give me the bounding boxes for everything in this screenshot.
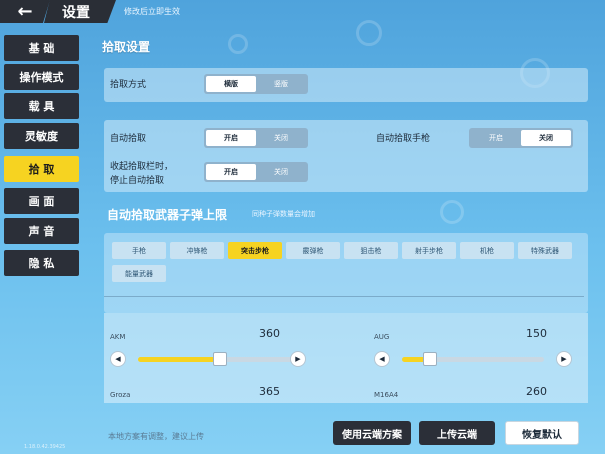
weapon-name-aug: AUG [374,333,390,341]
stop-pickup-on-option[interactable]: 开启 [206,164,256,180]
version-text: 1.18.0.42.39425 [24,444,66,450]
sidebar-item-control-mode[interactable]: 操作模式 [4,64,79,90]
triangle-left-icon: ◀ [115,355,121,363]
tab-marksman-rifle[interactable]: 射手步枪 [402,242,456,259]
stop-pickup-off-option[interactable]: 关闭 [256,164,306,180]
auto-pickup-toggle: 开启 关闭 [204,128,308,148]
pickup-mode-horizontal-option[interactable]: 横版 [206,76,256,92]
weapon-tabs: 手枪 冲锋枪 突击步枪 霰弹枪 狙击枪 射手步枪 机枪 特殊武器 能量武器 [104,233,588,313]
top-bar: 设置 ← 修改后立即生效 [0,0,605,24]
weapon-value-groza: 365 [259,385,280,398]
tab-pistol[interactable]: 手枪 [112,242,166,259]
aug-increase-button[interactable]: ▶ [556,351,572,367]
aug-slider[interactable] [402,352,544,366]
tab-smg[interactable]: 冲锋枪 [170,242,224,259]
weapon-value-m16a4: 260 [526,385,547,398]
weapon-name-groza: Groza [110,391,131,399]
pickup-mode-toggle: 横版 竖版 [204,74,308,94]
weapon-value-aug: 150 [526,327,547,340]
sidebar-item-sensitivity[interactable]: 灵敏度 [4,123,79,149]
weapon-name-m16a4: M16A4 [374,391,399,399]
sidebar-item-vehicle[interactable]: 载 具 [4,93,79,119]
stop-pickup-label-line1: 收起拾取栏时， [110,162,174,172]
auto-pickup-group: 自动拾取 开启 关闭 自动拾取手枪 开启 关闭 收起拾取栏时， 停止自动拾取 开… [104,120,588,192]
settings-hint: 修改后立即生效 [124,7,180,16]
auto-pistol-on-option[interactable]: 开启 [471,130,521,146]
triangle-left-icon: ◀ [379,355,385,363]
pickup-mode-vertical-option[interactable]: 竖版 [256,76,306,92]
page-title-text: 设置 [62,4,90,21]
pickup-mode-label: 拾取方式 [110,80,147,90]
page-title: 设置 [44,0,116,23]
tab-shotgun[interactable]: 霰弹枪 [286,242,340,259]
sidebar-item-sound[interactable]: 声 音 [4,218,79,244]
auto-pistol-off-option[interactable]: 关闭 [521,130,571,146]
auto-pickup-on-option[interactable]: 开启 [206,130,256,146]
sidebar-item-graphics[interactable]: 画 面 [4,188,79,214]
pickup-mode-row: 拾取方式 横版 竖版 [104,68,588,102]
sidebar-item-privacy[interactable]: 隐 私 [4,250,79,276]
tab-machine-gun[interactable]: 机枪 [460,242,514,259]
ammo-limit-hint: 同种子弹数量会增加 [252,210,315,218]
akm-slider-thumb[interactable] [213,352,227,366]
weapon-value-akm: 360 [259,327,280,340]
tab-energy-weapon[interactable]: 能量武器 [112,265,166,282]
auto-pickup-label: 自动拾取 [110,134,147,144]
akm-increase-button[interactable]: ▶ [290,351,306,367]
ammo-limit-title: 自动拾取武器子弹上限 [107,208,228,222]
auto-pickup-pistol-toggle: 开启 关闭 [469,128,573,148]
aug-slider-thumb[interactable] [423,352,438,366]
arrow-left-icon: ← [17,1,33,22]
sidebar-item-basic[interactable]: 基 础 [4,35,79,61]
stop-pickup-label-line2: 停止自动拾取 [110,176,165,186]
back-button[interactable]: ← [0,0,50,23]
use-cloud-plan-button[interactable]: 使用云端方案 [333,421,411,445]
stop-pickup-label: 收起拾取栏时， 停止自动拾取 [110,160,173,188]
auto-pickup-pistol-label: 自动拾取手枪 [376,134,431,144]
tab-assault-rifle[interactable]: 突击步枪 [228,242,282,259]
section-title-pickup: 拾取设置 [102,40,151,54]
weapon-ammo-list: AKM 360 ◀ ▶ AUG 150 ◀ ▶ Groza 365 M16A4 … [104,313,588,403]
weapon-name-akm: AKM [110,333,126,341]
akm-slider-fill [138,357,220,362]
aug-decrease-button[interactable]: ◀ [374,351,390,367]
akm-decrease-button[interactable]: ◀ [110,351,126,367]
akm-slider[interactable] [138,352,302,366]
sidebar: 基 础 操作模式 载 具 灵敏度 拾 取 画 面 声 音 隐 私 [0,30,82,454]
auto-pickup-off-option[interactable]: 关闭 [256,130,306,146]
sidebar-item-pickup[interactable]: 拾 取 [4,156,79,182]
divider [104,296,584,297]
triangle-right-icon: ▶ [295,355,301,363]
local-plan-hint: 本地方案有调整，建议上传 [108,432,204,441]
triangle-right-icon: ▶ [561,355,567,363]
reset-default-button[interactable]: 恢复默认 [505,421,579,445]
settings-panel: 拾取设置 拾取方式 横版 竖版 自动拾取 开启 关闭 自动拾取手枪 开启 关闭 … [88,26,600,454]
stop-pickup-toggle: 开启 关闭 [204,162,308,182]
tab-special-weapon[interactable]: 特殊武器 [518,242,572,259]
tab-sniper[interactable]: 狙击枪 [344,242,398,259]
upload-cloud-button[interactable]: 上传云端 [419,421,495,445]
